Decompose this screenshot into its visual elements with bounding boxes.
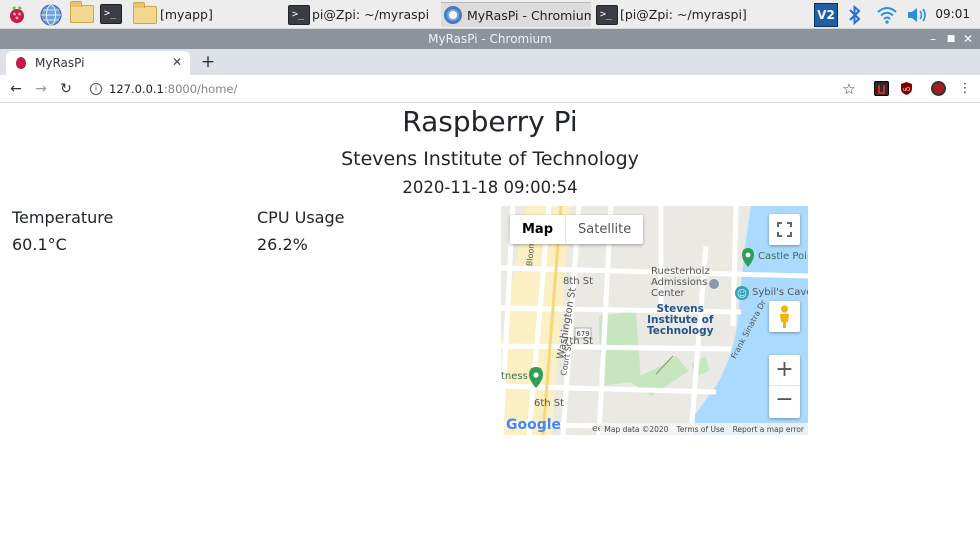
chromium-icon	[444, 6, 462, 24]
map-type-map-button[interactable]: Map	[510, 215, 565, 244]
datetime: 2020-11-18 09:00:54	[402, 178, 578, 197]
bookmark-star-icon[interactable]: ☆	[840, 80, 858, 98]
zoom-out-button[interactable]: −	[769, 386, 800, 417]
task-terminal-1[interactable]: >_ pi@Zpi: ~/myraspi	[288, 2, 438, 27]
extension-icon[interactable]	[874, 81, 889, 96]
folder-icon	[133, 2, 157, 24]
tab-title: MyRasPi	[35, 56, 85, 70]
page-subtitle: Stevens Institute of Technology	[341, 148, 639, 170]
temperature-value: 60.1°C	[12, 235, 67, 254]
close-tab-icon[interactable]: ✕	[172, 55, 182, 69]
forward-icon[interactable]: →	[32, 80, 50, 98]
page-content: Raspberry Pi Stevens Institute of Techno…	[0, 104, 980, 551]
clock: 09:01	[935, 7, 970, 21]
map-label-bloom: Bloom	[525, 240, 537, 267]
map-label-6th-st: 6th St	[534, 398, 565, 409]
zoom-in-button[interactable]: +	[769, 355, 800, 386]
fullscreen-icon	[777, 222, 792, 237]
back-icon[interactable]: ←	[7, 80, 25, 98]
cpu-usage-label: CPU Usage	[257, 208, 345, 227]
profile-avatar-icon[interactable]	[931, 81, 946, 96]
site-info-icon[interactable]: i	[90, 83, 102, 95]
close-window-icon[interactable]: ✕	[960, 29, 976, 49]
map-type-control: Map Satellite	[510, 215, 644, 244]
temperature-label: Temperature	[12, 208, 114, 227]
google-logo: Google	[506, 417, 562, 433]
maximize-icon[interactable]: ■	[943, 29, 959, 49]
url-host: 127.0.0.1	[109, 82, 164, 96]
report-map-error-link[interactable]: Report a map error	[729, 425, 808, 434]
browser-toolbar: ← → ↻ i 127.0.0.1:8000/home/ ☆ uO ⋮	[0, 75, 980, 103]
menu-kebab-icon[interactable]: ⋮	[956, 80, 974, 98]
file-manager-icon[interactable]	[70, 1, 94, 27]
terminal-icon: >_	[288, 4, 310, 25]
pegman-icon	[780, 305, 789, 328]
map-type-satellite-button[interactable]: Satellite	[565, 215, 643, 244]
map-data-attribution: Map data ©2020	[604, 424, 669, 434]
vnc-icon[interactable]: V2	[814, 2, 838, 27]
ruesterholz-pin[interactable]	[709, 279, 719, 289]
task-chromium[interactable]: MyRasPi - Chromium	[441, 2, 591, 27]
new-tab-icon[interactable]: +	[199, 52, 217, 72]
svg-text:☺: ☺	[737, 289, 747, 300]
window-title: MyRasPi - Chromium	[428, 32, 552, 46]
terminal-launcher-icon[interactable]: >_	[100, 4, 122, 26]
tab-strip: MyRasPi ✕ +	[0, 49, 980, 75]
cpu-usage-value: 26.2%	[257, 235, 308, 254]
raspberry-favicon-icon	[16, 57, 26, 69]
map-label-sybils-cave: Sybil's Cave	[752, 287, 808, 298]
map-label-castle-point: Castle Poi	[758, 251, 807, 262]
web-browser-icon[interactable]	[39, 3, 62, 26]
window-titlebar: MyRasPi - Chromium – ■ ✕	[0, 29, 980, 49]
google-map[interactable]: ☺ 679 8th St 7th St 6th St Washington St…	[501, 206, 808, 435]
volume-icon[interactable]	[906, 6, 930, 24]
system-tray: V2	[814, 0, 930, 29]
bluetooth-icon[interactable]	[848, 4, 862, 25]
raspberry-menu-icon[interactable]	[6, 3, 28, 25]
terminal-icon: >_	[596, 4, 618, 25]
url-path: :8000/home/	[163, 82, 238, 96]
map-label-stevens: Stevens Institute of Technology	[647, 303, 714, 337]
terms-of-use-link[interactable]: Terms of Use	[672, 425, 728, 434]
tab-myraspi[interactable]: MyRasPi ✕	[6, 51, 190, 75]
map-label-8th-st: 8th St	[563, 276, 594, 287]
page-title: Raspberry Pi	[402, 105, 578, 138]
task-terminal-2[interactable]: >_ [pi@Zpi: ~/myraspi]	[596, 2, 746, 27]
taskbar: >_ [myapp] >_ pi@Zpi: ~/myraspi MyRasPi …	[0, 0, 980, 29]
task-myapp[interactable]: [myapp]	[133, 2, 283, 27]
map-footer: Map data ©2020 Terms of Use Report a map…	[600, 423, 808, 435]
map-label-fitness: tness	[501, 371, 528, 382]
ublock-icon[interactable]: uO	[899, 81, 914, 96]
fullscreen-button[interactable]	[769, 214, 800, 245]
address-bar[interactable]: 127.0.0.1:8000/home/	[109, 82, 237, 96]
zoom-control: + −	[769, 355, 800, 418]
street-view-pegman[interactable]	[769, 301, 800, 332]
svg-text:uO: uO	[903, 87, 910, 93]
reload-icon[interactable]: ↻	[57, 80, 75, 98]
sybils-cave-pin[interactable]: ☺	[735, 286, 749, 300]
map-label-ruesterholz: Ruesterholz Admissions Center	[651, 266, 710, 299]
wifi-icon[interactable]	[876, 6, 898, 24]
minimize-icon[interactable]: –	[925, 29, 941, 49]
